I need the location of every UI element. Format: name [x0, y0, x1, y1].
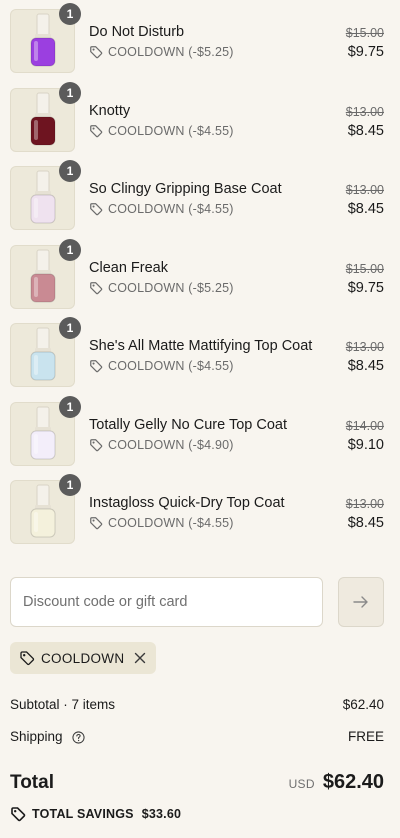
discounted-price: $9.75 [347, 44, 384, 60]
total-amount: USD $62.40 [289, 771, 384, 794]
quantity-badge: 1 [59, 81, 81, 104]
apply-discount-button[interactable] [338, 577, 384, 627]
subtotal-label: Subtotal · 7 items [10, 697, 116, 712]
item-discount-label: COOLDOWN (-$5.25) [108, 280, 234, 295]
savings-label: TOTAL SAVINGS [32, 807, 134, 821]
remove-discount-button[interactable] [134, 652, 146, 664]
cart-line-item: 1 Do Not Disturb COOLDOWN (-$5.25) $15.0… [0, 0, 400, 79]
shipping-row: Shipping FREE [10, 729, 384, 744]
cart-line-item: 1 Totally Gelly No Cure Top Coat COOLDOW… [0, 393, 400, 472]
item-prices: $13.00 $8.45 [346, 497, 384, 531]
total-label: Total [10, 772, 54, 793]
discount-form [10, 577, 384, 629]
product-thumbnail-wrap: 1 [10, 395, 81, 466]
nail-polish-bottle-icon [30, 249, 55, 302]
product-thumbnail-wrap: 1 [10, 317, 81, 387]
item-prices: $13.00 $8.45 [346, 105, 384, 139]
help-icon[interactable] [72, 731, 85, 744]
product-thumbnail-wrap: 1 [10, 81, 81, 152]
nail-polish-bottle-icon [30, 484, 55, 538]
quantity-badge: 1 [59, 317, 81, 339]
discounted-price: $8.45 [347, 515, 384, 531]
applied-discount-chip: COOLDOWN [10, 642, 157, 674]
cart-line-item: 1 She's All Matte Mattifying Top Coat CO… [0, 314, 400, 393]
arrow-right-icon [353, 596, 368, 608]
shipping-label: Shipping [10, 729, 63, 744]
quantity-badge: 1 [59, 395, 81, 418]
item-discount-label: COOLDOWN (-$4.55) [108, 202, 234, 216]
item-prices: $15.00 $9.75 [346, 262, 384, 296]
original-price: $15.00 [345, 261, 384, 276]
tag-icon [90, 46, 103, 59]
tag-icon [90, 438, 103, 451]
savings-value: $33.60 [141, 807, 182, 821]
item-discount-label: COOLDOWN (-$4.90) [108, 437, 234, 452]
tag-icon [90, 203, 103, 216]
item-discount-label: COOLDOWN (-$4.55) [108, 123, 234, 138]
applied-code-label: COOLDOWN [41, 650, 125, 666]
tag-icon [90, 124, 103, 137]
subtotal-value: $62.40 [342, 697, 384, 712]
quantity-badge: 1 [59, 160, 81, 182]
item-prices: $13.00 $8.45 [346, 183, 384, 217]
nail-polish-bottle-icon [30, 406, 55, 459]
product-thumbnail-wrap: 1 [10, 3, 81, 73]
tag-icon [90, 281, 103, 294]
tag-icon [90, 517, 103, 530]
cart-line-item: 1 Instagloss Quick-Dry Top Coat COOLDOWN… [0, 471, 400, 550]
close-icon [135, 652, 146, 664]
discounted-price: $8.45 [347, 201, 384, 217]
original-price: $13.00 [345, 497, 384, 511]
subtotal-row: Subtotal · 7 items $62.40 [10, 697, 384, 712]
currency-code: USD [288, 777, 315, 791]
product-thumbnail-wrap: 1 [10, 474, 81, 544]
product-thumbnail-wrap: 1 [10, 238, 81, 309]
item-prices: $15.00 $9.75 [346, 26, 384, 60]
nail-polish-bottle-icon [30, 13, 55, 67]
nail-polish-bottle-icon [30, 327, 55, 381]
tag-icon [11, 807, 26, 822]
original-price: $15.00 [345, 26, 384, 40]
item-prices: $14.00 $9.10 [346, 419, 384, 453]
tag-icon [90, 360, 103, 373]
item-discount-label: COOLDOWN (-$4.55) [108, 359, 234, 373]
discounted-price: $9.75 [347, 279, 384, 296]
nail-polish-bottle-icon [30, 92, 55, 145]
total-savings: TOTAL SAVINGS $33.60 [10, 806, 181, 822]
cart-line-item: 1 Knotty COOLDOWN (-$4.55) $13.00 $8.45 [0, 79, 400, 158]
discounted-price: $9.10 [347, 436, 384, 453]
item-discount-label: COOLDOWN (-$4.55) [108, 516, 234, 530]
original-price: $13.00 [345, 104, 384, 119]
original-price: $13.00 [345, 340, 384, 354]
cart-line-item: 1 Clean Freak COOLDOWN (-$5.25) $15.00 $… [0, 236, 400, 315]
discounted-price: $8.45 [347, 358, 384, 374]
quantity-badge: 1 [59, 3, 81, 25]
tag-icon [20, 651, 35, 666]
cart-line-item: 1 So Clingy Gripping Base Coat COOLDOWN … [0, 157, 400, 236]
original-price: $13.00 [345, 183, 384, 197]
cart-items: 1 Do Not Disturb COOLDOWN (-$5.25) $15.0… [0, 0, 400, 550]
discounted-price: $8.45 [347, 122, 384, 139]
quantity-badge: 1 [59, 238, 81, 261]
shipping-label-wrap: Shipping [10, 729, 85, 744]
shipping-value: FREE [347, 729, 384, 744]
total-row: Total USD $62.40 [10, 771, 384, 794]
quantity-badge: 1 [59, 474, 81, 496]
item-prices: $13.00 $8.45 [346, 340, 384, 374]
discount-code-input[interactable] [10, 577, 323, 627]
original-price: $14.00 [345, 418, 384, 433]
total-value: $62.40 [322, 771, 384, 793]
product-thumbnail-wrap: 1 [10, 160, 81, 230]
item-discount-label: COOLDOWN (-$5.25) [108, 45, 234, 59]
nail-polish-bottle-icon [30, 170, 55, 224]
